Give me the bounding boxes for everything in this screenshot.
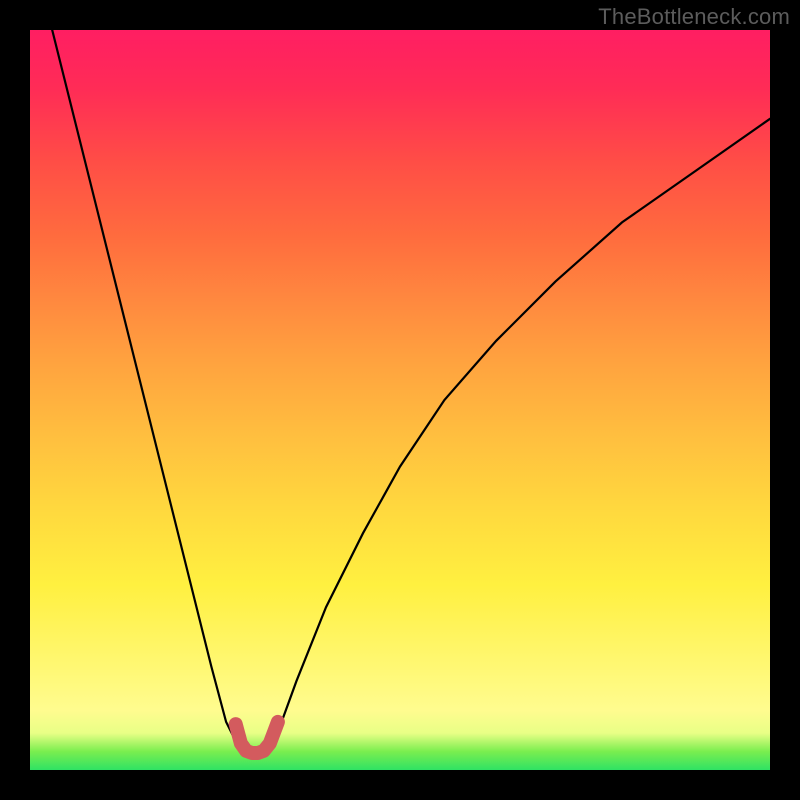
optimal-band [236,722,278,753]
watermark-text: TheBottleneck.com [598,4,790,30]
bottleneck-curve [52,30,770,753]
chart-svg [30,30,770,770]
chart-frame: TheBottleneck.com [0,0,800,800]
